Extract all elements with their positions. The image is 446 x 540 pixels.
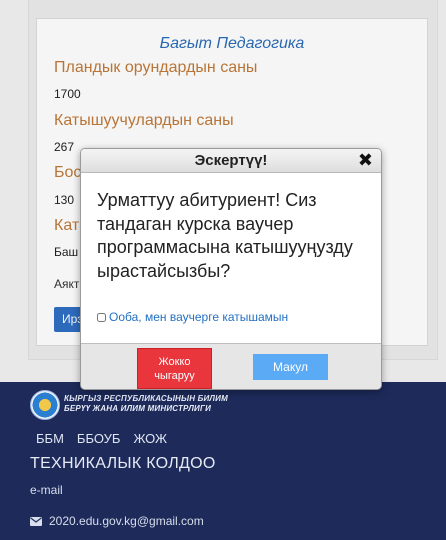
ministry-name-line1: КЫРГЫЗ РЕСПУБЛИКАСЫНЫН БИЛИМ <box>64 394 228 403</box>
agree-checkbox[interactable] <box>97 312 106 322</box>
modal-message: Урматтуу абитуриент! Сиз тандаган курска… <box>97 190 353 281</box>
footer-link-bbm[interactable]: ББМ <box>36 431 64 446</box>
cancel-button[interactable]: Жокко чыгаруу <box>137 348 212 389</box>
footer-link-zhozh[interactable]: ЖОЖ <box>133 431 167 446</box>
ministry-emblem-icon <box>30 390 60 420</box>
modal-title: Эскертүү! <box>194 152 268 169</box>
email-row: 2020.edu.gov.kg@gmail.com <box>30 514 204 528</box>
email-link[interactable]: 2020.edu.gov.kg@gmail.com <box>49 514 204 528</box>
confirmation-modal: Эскертүү! ✖ Урматтуу абитуриент! Сиз тан… <box>80 148 382 390</box>
ministry-name-line2: БЕРҮҮ ЖАНА ИЛИМ МИНИСТРЛИГИ <box>64 404 212 413</box>
modal-header: Эскертүү! ✖ <box>81 149 381 173</box>
envelope-icon <box>30 516 42 526</box>
agree-checkbox-label[interactable]: Ооба, мен ваучерге катышамын <box>109 310 288 324</box>
site-footer: КЫРГЫЗ РЕСПУБЛИКАСЫНЫН БИЛИМ БЕРҮҮ ЖАНА … <box>0 382 446 540</box>
footer-links: ББМ ББОУБ ЖОЖ <box>36 431 167 446</box>
support-title: ТЕХНИКАЛЫК КОЛДОО <box>30 455 216 472</box>
modal-footer: Жокко чыгаруу Макул <box>81 343 381 389</box>
footer-link-bboub[interactable]: ББОУБ <box>77 431 121 446</box>
ministry-name: КЫРГЫЗ РЕСПУБЛИКАСЫНЫН БИЛИМ БЕРҮҮ ЖАНА … <box>64 394 228 414</box>
email-label: e-mail <box>30 483 63 497</box>
agree-checkbox-row[interactable]: Ооба, мен ваучерге катышамын <box>97 310 288 324</box>
ok-button[interactable]: Макул <box>253 354 328 380</box>
close-icon[interactable]: ✖ <box>358 150 373 170</box>
